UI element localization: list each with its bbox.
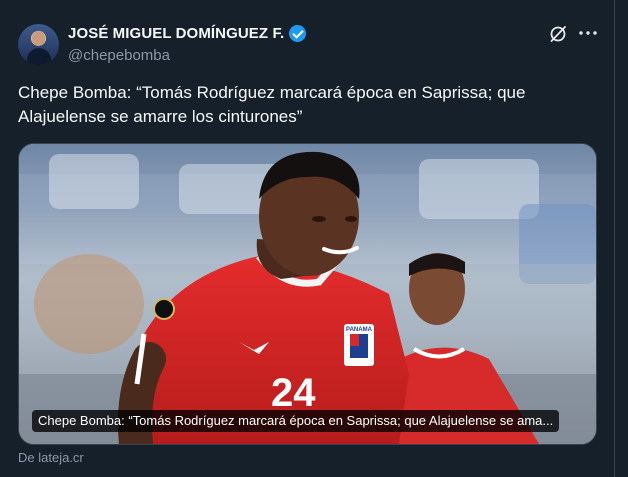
card-image: PANAMA 24 xyxy=(19,144,596,444)
right-divider xyxy=(614,0,615,477)
author-display-name[interactable]: JOSÉ MIGUEL DOMÍNGUEZ F. xyxy=(68,25,284,42)
avatar-body-shape xyxy=(27,48,51,65)
link-card[interactable]: PANAMA 24 Chepe Bomba: “Tomás Rodríguez … xyxy=(18,143,597,445)
author-handle[interactable]: @chepebomba xyxy=(68,47,170,64)
tweet-text: Chepe Bomba: “Tomás Rodríguez marcará ép… xyxy=(18,83,526,126)
avatar-head-shape xyxy=(32,31,45,46)
jersey-crest-text: PANAMA xyxy=(346,327,373,333)
grok-icon[interactable] xyxy=(548,24,568,44)
verified-badge-icon xyxy=(289,25,307,42)
jersey-number: 24 xyxy=(271,371,316,415)
tournament-patch-icon xyxy=(153,298,175,320)
avatar[interactable] xyxy=(18,24,59,65)
card-caption[interactable]: Chepe Bomba: “Tomás Rodríguez marcará ép… xyxy=(32,410,560,432)
author-name-row[interactable]: JOSÉ MIGUEL DOMÍNGUEZ F. xyxy=(68,25,307,42)
card-source[interactable]: De lateja.cr xyxy=(18,450,84,465)
more-options-icon[interactable] xyxy=(578,26,598,40)
